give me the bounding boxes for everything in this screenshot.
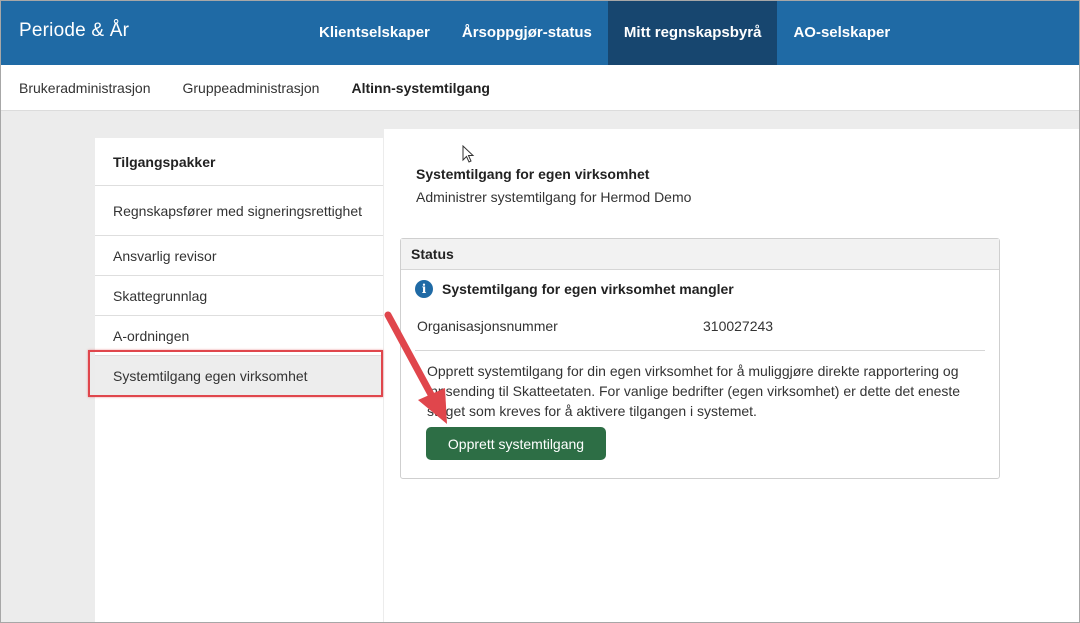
topnav-item-mitt-regnskapsbyra[interactable]: Mitt regnskapsbyrå — [607, 0, 778, 65]
page-title: Systemtilgang for egen virksomhet — [416, 166, 650, 182]
status-description: Opprett systemtilgang for din egen virks… — [427, 363, 961, 419]
org-number-label: Organisasjonsnummer — [417, 318, 558, 334]
subnav-item-altinn-systemtilgang[interactable]: Altinn-systemtilgang — [351, 65, 489, 111]
info-icon: i — [415, 280, 433, 298]
top-navigation-bar: Periode & År Klientselskaper Årsoppgjør-… — [0, 0, 1080, 65]
subnav-item-gruppeadministrasjon[interactable]: Gruppeadministrasjon — [183, 65, 320, 111]
create-system-access-button[interactable]: Opprett systemtilgang — [426, 427, 606, 460]
access-packages-menu: Tilgangspakker Regnskapsfører med signer… — [95, 138, 383, 623]
status-card: Status i Systemtilgang for egen virksomh… — [400, 238, 1000, 479]
status-warning-text: Systemtilgang for egen virksomhet mangle… — [442, 281, 734, 297]
status-heading: Status — [401, 239, 999, 270]
menu-item-a-ordningen[interactable]: A-ordningen — [95, 316, 383, 356]
sub-nav: Brukeradministrasjon Gruppeadministrasjo… — [19, 65, 522, 111]
sub-navigation-bar: Brukeradministrasjon Gruppeadministrasjo… — [0, 65, 1080, 111]
menu-item-systemtilgang-egen-virksomhet[interactable]: Systemtilgang egen virksomhet — [95, 356, 383, 396]
menu-item-skattegrunnlag[interactable]: Skattegrunnlag — [95, 276, 383, 316]
topnav-item-ao-selskaper[interactable]: AO-selskaper — [777, 0, 906, 65]
menu-item-ansvarlig-revisor[interactable]: Ansvarlig revisor — [95, 236, 383, 276]
mouse-cursor-icon — [462, 145, 475, 163]
top-nav: Klientselskaper Årsoppgjør-status Mitt r… — [303, 0, 906, 65]
subnav-item-brukeradministrasjon[interactable]: Brukeradministrasjon — [19, 65, 151, 111]
org-number-value: 310027243 — [703, 318, 774, 334]
status-warning: i Systemtilgang for egen virksomhet mang… — [415, 280, 734, 298]
page-subtitle: Administrer systemtilgang for Hermod Dem… — [416, 189, 692, 205]
menu-item-regnskapsforer[interactable]: Regnskapsfører med signeringsrettighet — [95, 186, 383, 236]
main-panel: Systemtilgang for egen virksomhet Admini… — [384, 129, 1080, 623]
app-brand[interactable]: Periode & År — [19, 20, 129, 42]
divider — [415, 350, 985, 351]
topnav-item-klientselskaper[interactable]: Klientselskaper — [303, 0, 446, 65]
topnav-item-arsoppgjor-status[interactable]: Årsoppgjør-status — [446, 0, 608, 65]
menu-heading: Tilgangspakker — [95, 138, 383, 186]
